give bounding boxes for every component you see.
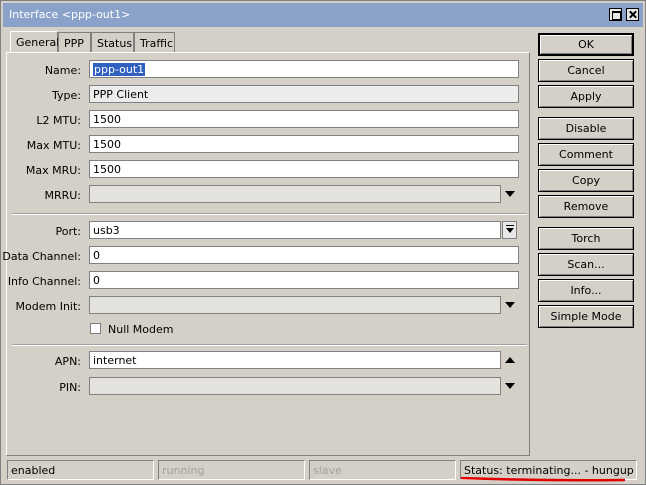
null-modem-label: Null Modem <box>108 323 174 336</box>
l2mtu-input[interactable]: 1500 <box>89 110 519 128</box>
tab-general[interactable]: General <box>10 31 60 53</box>
close-icon[interactable] <box>626 8 639 21</box>
tab-general-label: General <box>16 36 60 49</box>
modem-init-label: Modem Init: <box>15 300 81 313</box>
maxmtu-label: Max MTU: <box>26 139 81 152</box>
l2mtu-label: L2 MTU: <box>36 114 81 127</box>
name-label: Name: <box>44 64 81 77</box>
mrru-expand-icon[interactable] <box>505 191 515 197</box>
pin-label: PIN: <box>59 381 81 394</box>
maximize-icon[interactable] <box>609 8 622 21</box>
port-label: Port: <box>55 225 81 238</box>
section-divider-2 <box>12 344 527 346</box>
tab-status-label: Status <box>97 37 133 50</box>
tab-traffic-label: Traffic <box>140 37 174 50</box>
port-dropdown-icon[interactable] <box>502 221 517 239</box>
type-field: PPP Client <box>89 85 519 103</box>
section-divider-1 <box>12 213 527 215</box>
scan-button[interactable]: Scan... <box>538 253 634 276</box>
copy-button[interactable]: Copy <box>538 169 634 192</box>
maxmru-input[interactable]: 1500 <box>89 160 519 178</box>
apn-label: APN: <box>54 355 81 368</box>
modem-init-expand-icon[interactable] <box>505 302 515 308</box>
info-channel-input[interactable]: 0 <box>89 271 519 289</box>
data-channel-input[interactable]: 0 <box>89 246 519 264</box>
type-label: Type: <box>52 89 81 102</box>
cancel-button[interactable]: Cancel <box>538 59 634 82</box>
disable-button[interactable]: Disable <box>538 117 634 140</box>
simple-mode-button[interactable]: Simple Mode <box>538 305 634 328</box>
info-button[interactable]: Info... <box>538 279 634 302</box>
tab-ppp-label: PPP <box>64 37 84 50</box>
apn-input[interactable]: internet <box>89 351 501 369</box>
maxmtu-input[interactable]: 1500 <box>89 135 519 153</box>
name-input[interactable]: ppp-out1 <box>89 60 519 78</box>
tab-status[interactable]: Status <box>91 32 134 52</box>
window-title: Interface <ppp-out1> <box>9 8 131 21</box>
data-channel-label: Data Channel: <box>2 250 81 263</box>
interface-dialog: Interface <ppp-out1> General PPP Status … <box>0 0 646 485</box>
title-bar[interactable]: Interface <ppp-out1> <box>3 3 643 27</box>
mrru-input[interactable] <box>89 185 501 203</box>
apn-collapse-icon[interactable] <box>505 357 515 363</box>
pin-input[interactable] <box>89 377 501 395</box>
torch-button[interactable]: Torch <box>538 227 634 250</box>
port-select[interactable]: usb3 <box>89 221 501 239</box>
pin-expand-icon[interactable] <box>505 383 515 389</box>
comment-button[interactable]: Comment <box>538 143 634 166</box>
null-modem-checkbox[interactable] <box>90 323 101 334</box>
status-slave: slave <box>309 460 456 480</box>
maxmru-label: Max MRU: <box>25 164 81 177</box>
ok-button[interactable]: OK <box>538 33 634 56</box>
modem-init-input[interactable] <box>89 296 501 314</box>
tab-ppp[interactable]: PPP <box>58 32 91 52</box>
apply-button[interactable]: Apply <box>538 85 634 108</box>
remove-button[interactable]: Remove <box>538 195 634 218</box>
annotation-underline <box>461 477 625 482</box>
tab-traffic[interactable]: Traffic <box>134 32 175 52</box>
mrru-label: MRRU: <box>44 189 81 202</box>
status-enabled: enabled <box>7 460 154 480</box>
status-running: running <box>158 460 305 480</box>
info-channel-label: Info Channel: <box>7 275 81 288</box>
name-value: ppp-out1 <box>93 63 146 76</box>
